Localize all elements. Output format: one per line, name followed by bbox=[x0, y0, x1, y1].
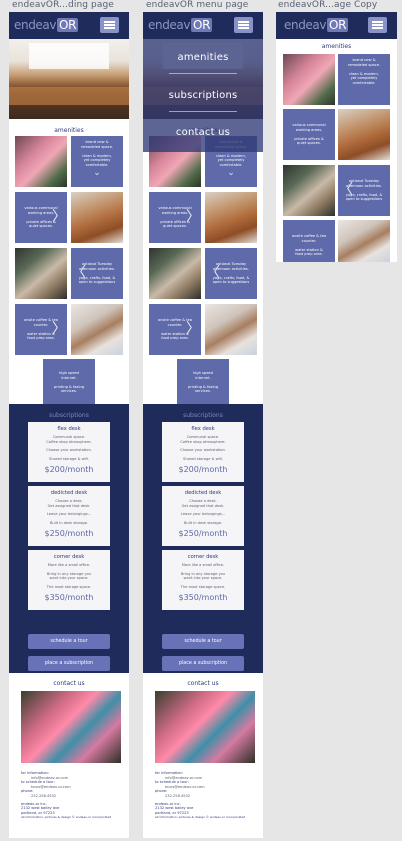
chevron-right-icon[interactable]: 〉 bbox=[186, 210, 200, 224]
place-subscription-button[interactable]: place a subscription bbox=[162, 656, 244, 671]
chevron-down-icon[interactable]: ⌄ bbox=[208, 168, 254, 177]
amenity-photo bbox=[205, 192, 257, 243]
logo[interactable]: endeav OR bbox=[284, 18, 349, 32]
schedule-tour-button[interactable]: schedule a tour bbox=[28, 634, 110, 649]
amenity-card[interactable]: optional Tuesday afternoon activities. yo… bbox=[205, 248, 257, 299]
chevron-right-icon[interactable]: 〉 bbox=[52, 322, 66, 336]
hero-image bbox=[9, 39, 129, 119]
amenity-card[interactable]: onsite coffee & tea counter. water statio… bbox=[149, 304, 201, 355]
plan-card-dedicated[interactable]: dedicted desk Choose a desk. Get assigned… bbox=[28, 486, 110, 546]
amenities-title: amenities bbox=[54, 127, 84, 134]
logo[interactable]: endeav OR bbox=[14, 18, 79, 32]
amenity-photo bbox=[15, 248, 67, 299]
amenity-photo bbox=[71, 192, 123, 243]
amenity-card[interactable]: various communal working areas. private o… bbox=[149, 192, 201, 243]
place-subscription-button[interactable]: place a subscription bbox=[28, 656, 110, 671]
chevron-left-icon[interactable]: 〈 bbox=[339, 183, 353, 197]
chevron-right-icon[interactable]: 〉 bbox=[52, 210, 66, 224]
hamburger-menu-icon[interactable] bbox=[234, 17, 253, 33]
plan-card-corner[interactable]: corner desk More like a small office. Br… bbox=[28, 550, 110, 610]
chevron-left-icon[interactable]: 〈 bbox=[72, 266, 86, 280]
amenity-photo bbox=[205, 304, 257, 355]
amenity-card[interactable]: onsite coffee & tea counter. water statio… bbox=[15, 304, 67, 355]
amenity-card[interactable]: high speed internet. printing & faxing ser… bbox=[43, 359, 95, 407]
menu-divider bbox=[169, 111, 237, 112]
amenity-photo bbox=[283, 54, 335, 105]
amenity-photo bbox=[338, 109, 390, 160]
amenity-photo bbox=[149, 248, 201, 299]
subscriptions-title: subscriptions bbox=[49, 412, 89, 419]
amenity-card[interactable]: optional Tuesday afternoon activities. yo… bbox=[338, 165, 390, 216]
schedule-tour-button[interactable]: schedule a tour bbox=[162, 634, 244, 649]
contact-section: contact us for information: info@endeav-… bbox=[143, 673, 263, 838]
amenity-photo bbox=[283, 165, 335, 216]
amenity-card[interactable]: optional Tuesday afternoon activities. yo… bbox=[71, 248, 123, 299]
subscriptions-section: subscriptions flex desk Communal space. C… bbox=[9, 404, 129, 673]
amenity-photo bbox=[338, 220, 390, 262]
artboard-copy: endeav OR amenities brand new & remodeled … bbox=[276, 12, 397, 262]
menu-item-contact[interactable]: contact us bbox=[143, 127, 263, 138]
chevron-left-icon[interactable]: 〈 bbox=[206, 266, 220, 280]
plan-card-corner[interactable]: corner desk More like a small office. Br… bbox=[162, 550, 244, 610]
menu-overlay: amenities subscriptions contact us bbox=[143, 39, 263, 152]
nav-bar: endeav OR bbox=[143, 12, 263, 39]
menu-item-subscriptions[interactable]: subscriptions bbox=[143, 90, 263, 101]
amenity-card[interactable]: brand new &remodeled space. clean & mode… bbox=[338, 54, 390, 105]
plan-card-flex[interactable]: flex desk Communal space. Coffee shop atm… bbox=[162, 422, 244, 482]
plan-card-flex[interactable]: flex desk Communal space. Coffee shop atm… bbox=[28, 422, 110, 482]
contact-photo bbox=[21, 691, 121, 763]
logo[interactable]: endeav OR bbox=[148, 18, 213, 32]
amenity-card[interactable]: high speed internet. printing & faxing ser… bbox=[177, 359, 229, 407]
board-title-copy: endeavOR...age Copy bbox=[278, 0, 378, 10]
subscriptions-section: subscriptions flex desk Communal space. C… bbox=[143, 404, 263, 673]
menu-divider bbox=[169, 73, 237, 74]
chevron-down-icon[interactable]: ⌄ bbox=[74, 168, 120, 177]
contact-photo bbox=[155, 691, 255, 763]
subscriptions-title: subscriptions bbox=[183, 412, 223, 419]
nav-bar: endeav OR bbox=[276, 12, 397, 39]
amenity-card[interactable]: brand new &remodeled space. clean & mode… bbox=[71, 136, 123, 187]
artboard-menu: amenities brand new &remodeled space. cl… bbox=[143, 12, 263, 838]
hamburger-menu-icon[interactable] bbox=[100, 17, 119, 33]
amenity-photo bbox=[15, 136, 67, 187]
amenity-card[interactable]: various communal working areas. private o… bbox=[15, 192, 67, 243]
contact-title: contact us bbox=[53, 680, 85, 687]
amenity-photo bbox=[71, 304, 123, 355]
contact-title: contact us bbox=[187, 680, 219, 687]
amenity-card[interactable]: various communal working areas. private o… bbox=[283, 109, 335, 160]
amenity-card[interactable]: onsite coffee & tea counter. water statio… bbox=[283, 220, 335, 262]
contact-details: for information: info@endeav-or.com to s… bbox=[155, 771, 246, 820]
board-title-landing: endeavOR...ding page bbox=[12, 0, 114, 10]
menu-item-amenities[interactable]: amenities bbox=[143, 52, 263, 63]
nav-bar: endeav OR bbox=[9, 12, 129, 39]
contact-details: for information: info@endeav-or.com to s… bbox=[21, 771, 112, 820]
board-title-menu: endeavOR menu page bbox=[146, 0, 249, 10]
chevron-right-icon[interactable]: 〉 bbox=[186, 322, 200, 336]
plan-card-dedicated[interactable]: dedicted desk Choose a desk. Get assigned… bbox=[162, 486, 244, 546]
contact-section: contact us for information: info@endeav-… bbox=[9, 673, 129, 838]
amenities-title: amenities bbox=[321, 43, 352, 50]
artboard-landing: endeav OR amenities brand new & remodeled … bbox=[9, 12, 129, 838]
hamburger-menu-icon[interactable] bbox=[368, 17, 387, 33]
